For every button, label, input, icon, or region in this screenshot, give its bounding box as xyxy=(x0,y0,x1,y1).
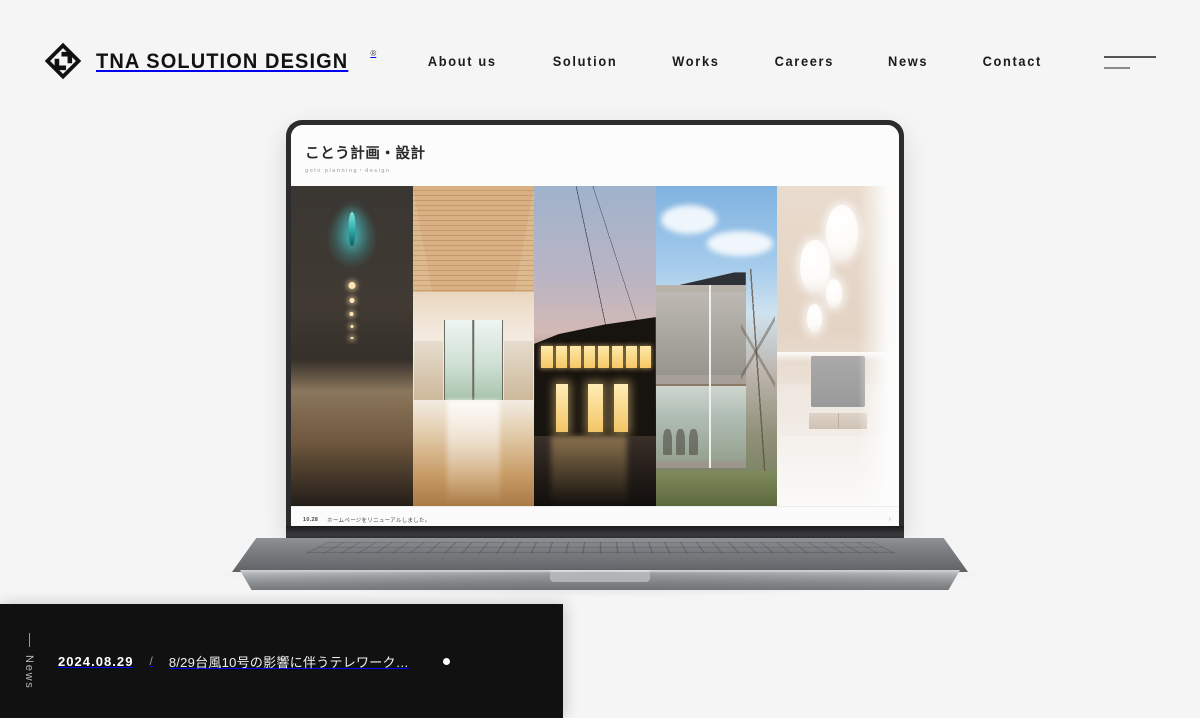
showcased-ticker-text: ホームページをリニューアルしました。 xyxy=(327,517,431,524)
hamburger-bar-top xyxy=(1104,56,1156,58)
showcased-gallery xyxy=(291,185,899,506)
laptop-hinge xyxy=(286,526,904,540)
laptop-mockup: ことう計画・設計 goto planning・design 10.28 ホームペ… xyxy=(206,120,994,598)
nav-item-solution[interactable]: Solution xyxy=(552,48,617,75)
bare-tree-decor xyxy=(740,269,775,474)
brand-name: TNA SOLUTION DESIGN xyxy=(96,48,349,73)
main-navigation: About us Solution Works Careers News Con… xyxy=(426,48,1200,75)
showcased-ticker-date: 10.28 xyxy=(303,516,319,523)
gallery-image-2[interactable] xyxy=(412,185,535,506)
cloud-decor xyxy=(660,205,717,234)
news-item-separator: / xyxy=(149,654,153,668)
showcased-site-title: ことう計画・設計 xyxy=(305,146,426,162)
gallery-image-5[interactable] xyxy=(777,185,899,506)
showcased-website: ことう計画・設計 goto planning・design 10.28 ホームペ… xyxy=(291,125,899,532)
nav-item-works[interactable]: Works xyxy=(672,48,719,75)
gallery-image-3[interactable] xyxy=(534,185,656,506)
lit-window-c-decor xyxy=(614,384,628,433)
brand-wordmark: TNA SOLUTION DESIGN ® xyxy=(96,49,376,74)
pendant-lamp-decor xyxy=(800,240,830,292)
brand-logo-link[interactable]: TNA SOLUTION DESIGN ® xyxy=(44,42,376,80)
laptop-lid: ことう計画・設計 goto planning・design 10.28 ホームペ… xyxy=(286,120,904,532)
pendant-lamp-decor xyxy=(826,205,858,260)
lit-window-a-decor xyxy=(556,384,569,433)
entrance-glass-decor xyxy=(444,320,503,401)
ceiling-lights-decor xyxy=(348,281,356,340)
nav-item-about-us[interactable]: About us xyxy=(428,48,497,75)
showcased-site-header: ことう計画・設計 goto planning・design xyxy=(291,125,899,182)
pendant-lamp-decor xyxy=(826,278,842,308)
laptop-keyboard xyxy=(232,538,968,572)
image-fade-overlay xyxy=(857,185,899,506)
lawn-decor xyxy=(655,470,778,506)
registered-trademark-icon: ® xyxy=(370,48,377,58)
lit-window-b-decor xyxy=(587,384,604,433)
nav-item-contact[interactable]: Contact xyxy=(983,48,1042,75)
nav-item-news[interactable]: News xyxy=(888,48,928,75)
nav-item-careers[interactable]: Careers xyxy=(774,48,833,75)
counter-left-decor xyxy=(413,339,443,401)
laptop-trackpad-notch xyxy=(550,570,650,582)
polished-floor-decor xyxy=(412,400,535,506)
news-section-label: News xyxy=(23,654,35,690)
showcased-site-subtitle: goto planning・design xyxy=(305,167,391,174)
keyboard-keys-decor xyxy=(305,542,895,554)
hamburger-bar-bottom xyxy=(1104,67,1130,69)
news-item-date: 2024.08.29 xyxy=(58,653,134,669)
cloud-decor xyxy=(706,230,773,257)
tna-diamond-logo-icon xyxy=(44,42,82,80)
wet-ground-decor xyxy=(534,435,656,506)
gallery-image-4[interactable] xyxy=(655,185,778,506)
laptop-screen: ことう計画・設計 goto planning・design 10.28 ホームペ… xyxy=(291,125,899,532)
news-item-link[interactable]: 2024.08.29 / 8/29台風10号の影響に伴うテレワーク… xyxy=(58,652,563,671)
people-silhouettes-decor xyxy=(663,423,736,455)
active-dot-icon[interactable] xyxy=(443,657,451,665)
gallery-image-1[interactable] xyxy=(291,185,413,506)
upper-glazing-decor xyxy=(655,291,746,375)
ceiling-perspective-decor xyxy=(412,185,535,292)
laptop-base xyxy=(232,538,968,572)
news-vertical-label-group: News xyxy=(0,604,58,718)
news-item-title: 8/29台風10号の影響に伴うテレワーク… xyxy=(168,654,410,670)
power-lines-decor xyxy=(534,185,656,334)
clerestory-windows-decor xyxy=(541,345,651,369)
hamburger-menu-icon[interactable] xyxy=(1104,48,1156,74)
counter-right-decor xyxy=(503,339,533,401)
news-ticker-bar: News 2024.08.29 / 8/29台風10号の影響に伴うテレワーク… xyxy=(0,604,563,718)
site-header: TNA SOLUTION DESIGN ® About us Solution … xyxy=(0,0,1200,122)
chevron-right-icon[interactable]: › xyxy=(889,516,891,523)
news-label-dash xyxy=(28,632,30,647)
